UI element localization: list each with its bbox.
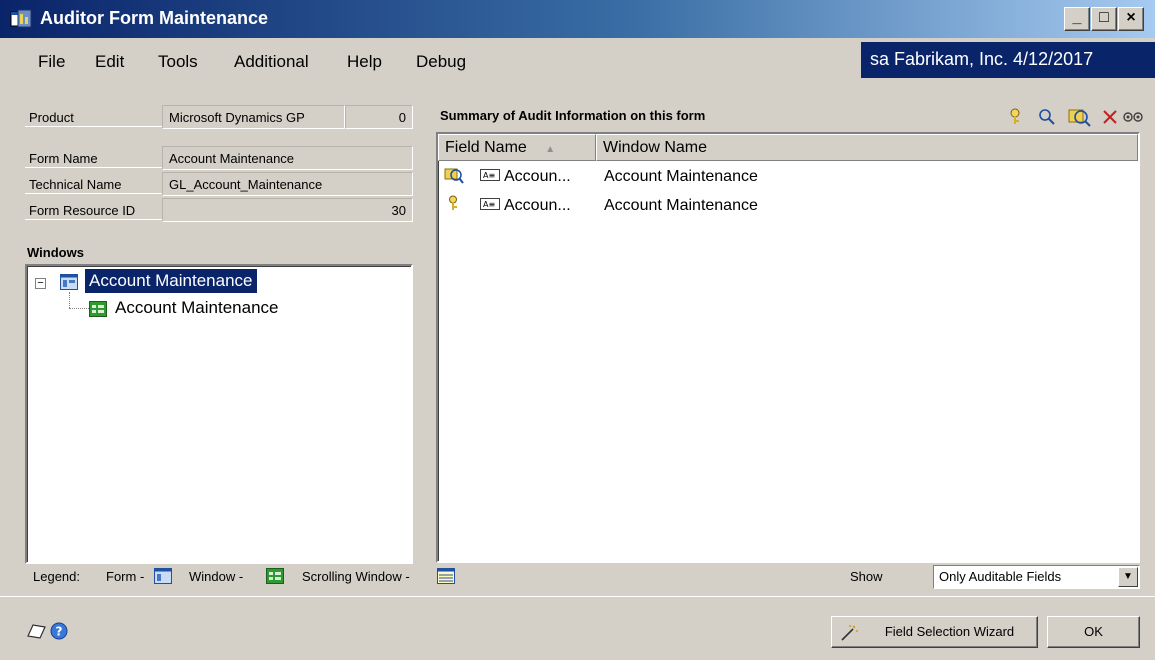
resource-id-row: Form Resource ID 30 — [25, 198, 413, 222]
delete-icon[interactable] — [1102, 109, 1118, 125]
svg-text:?: ? — [56, 625, 63, 639]
wizard-button-label: Field Selection Wizard — [884, 624, 1015, 639]
legend-form-label: Form - — [106, 569, 145, 584]
column-field-name[interactable]: Field Name ▲ — [438, 134, 596, 161]
technical-name-row: Technical Name GL_Account_Maintenance — [25, 172, 413, 196]
tree-connector — [69, 292, 70, 308]
form-icon — [154, 568, 172, 584]
menu-help[interactable]: Help — [347, 52, 382, 72]
menu-edit[interactable]: Edit — [95, 52, 124, 72]
product-id: 0 — [345, 105, 413, 129]
show-select[interactable]: Only Auditable Fields ▼ — [933, 565, 1140, 589]
form-name-row: Form Name Account Maintenance — [25, 146, 413, 170]
summary-list[interactable]: Field Name ▲ Window Name A≡ Accoun... Ac… — [436, 132, 1140, 563]
product-row: Product Microsoft Dynamics GP 0 — [25, 105, 413, 129]
menu-tools[interactable]: Tools — [158, 52, 198, 72]
tree-connector — [69, 308, 89, 309]
menu-debug[interactable]: Debug — [416, 52, 466, 72]
legend-label: Legend: — [33, 569, 80, 584]
svg-text:A≡: A≡ — [483, 171, 495, 180]
window-icon — [89, 301, 107, 317]
tree-child-node[interactable]: Account Maintenance — [115, 298, 279, 318]
column-field-name-label: Field Name — [445, 139, 527, 156]
close-button[interactable]: × — [1118, 7, 1144, 31]
key-icon — [449, 195, 457, 210]
key-icon[interactable] — [1008, 108, 1022, 126]
note-icon[interactable] — [25, 622, 47, 640]
title-bar: Auditor Form Maintenance _ □ × — [0, 0, 1155, 38]
field-type-icon: A≡ — [480, 169, 500, 181]
svg-text:A≡: A≡ — [483, 200, 495, 209]
resource-id-value: 30 — [162, 198, 413, 222]
summary-title: Summary of Audit Information on this for… — [440, 108, 706, 123]
search-icon[interactable] — [1037, 108, 1057, 126]
windows-tree[interactable]: − Account Maintenance Account Maintenanc… — [25, 264, 413, 564]
show-selected-value: Only Auditable Fields — [939, 569, 1062, 584]
resource-id-label: Form Resource ID — [25, 198, 162, 220]
window-title: Auditor Form Maintenance — [40, 8, 269, 28]
sort-ascending-icon: ▲ — [545, 144, 556, 155]
field-selection-wizard-button[interactable]: Field Selection Wizard — [831, 616, 1038, 648]
minimize-button[interactable]: _ — [1064, 7, 1090, 31]
legend-scrolling-window-label: Scrolling Window - — [302, 569, 410, 584]
technical-name-value: GL_Account_Maintenance — [162, 172, 413, 196]
show-label: Show — [850, 569, 883, 584]
windows-title: Windows — [27, 245, 84, 260]
menu-file[interactable]: File — [38, 52, 65, 72]
form-icon — [60, 274, 78, 290]
window-icon — [266, 568, 284, 584]
audit-icon[interactable] — [1067, 106, 1091, 128]
chevron-down-icon[interactable]: ▼ — [1118, 567, 1138, 587]
legend-window-label: Window - — [189, 569, 244, 584]
technical-name-label: Technical Name — [25, 172, 162, 194]
maximize-button[interactable]: □ — [1091, 7, 1117, 31]
scrolling-window-icon — [437, 568, 455, 584]
help-icon[interactable]: ? — [50, 622, 68, 640]
row-field-name[interactable]: Accoun... — [504, 168, 571, 186]
collapse-icon[interactable]: − — [35, 278, 46, 289]
view-icon[interactable] — [1122, 110, 1144, 124]
ok-button[interactable]: OK — [1047, 616, 1140, 648]
tree-root-node[interactable]: Account Maintenance — [85, 269, 257, 293]
row-window-name[interactable]: Account Maintenance — [604, 168, 758, 186]
row-field-name[interactable]: Accoun... — [504, 197, 571, 215]
user-company-date[interactable]: sa Fabrikam, Inc. 4/12/2017 — [861, 42, 1155, 78]
column-window-name[interactable]: Window Name — [596, 134, 1138, 161]
app-icon — [10, 9, 32, 28]
product-label: Product — [25, 105, 162, 127]
row-window-name[interactable]: Account Maintenance — [604, 197, 758, 215]
field-type-icon: A≡ — [480, 198, 500, 210]
audit-icon — [444, 168, 464, 184]
form-name-value: Account Maintenance — [162, 146, 413, 170]
menu-additional[interactable]: Additional — [234, 52, 309, 72]
product-value: Microsoft Dynamics GP — [162, 105, 345, 129]
wizard-wand-icon — [841, 625, 858, 641]
form-name-label: Form Name — [25, 146, 162, 168]
